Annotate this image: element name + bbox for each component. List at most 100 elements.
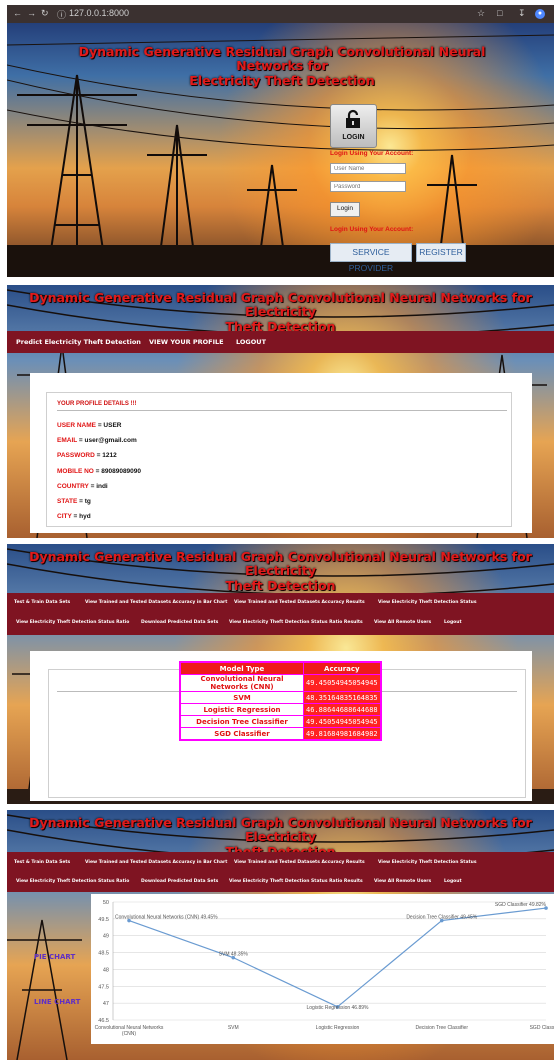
nav-theft-status[interactable]: View Electricity Theft Detection Status xyxy=(378,860,477,865)
table-row: SGD Classifier 49.81684981684982 xyxy=(179,727,382,741)
profile-value: = 89089089090 xyxy=(93,468,142,475)
page-title-line-2: Electricity Theft Detection xyxy=(189,72,375,88)
data-label: Convolutional Neural Networks (CNN) 49.4… xyxy=(115,915,218,921)
profile-row-state: STATE = tg xyxy=(57,498,91,505)
x-tick-label: (CNN) xyxy=(122,1031,136,1037)
user-navbar: Predict Electricity Theft Detection VIEW… xyxy=(7,331,554,353)
profile-row-username: USER NAME = USER xyxy=(57,422,121,429)
accuracy-cell: 48.35164835164835 xyxy=(302,691,382,704)
bookmark-star-icon[interactable]: ☆ xyxy=(477,8,485,19)
data-label: SGD Classifier 49.82% xyxy=(495,902,547,908)
back-icon[interactable]: ← xyxy=(13,8,22,18)
nav-theft-ratio-results[interactable]: View Electricity Theft Detection Status … xyxy=(229,620,363,625)
nav-predict-theft[interactable]: Predict Electricity Theft Detection xyxy=(16,338,141,346)
nav-accuracy-bar-chart[interactable]: View Trained and Tested Datasets Accurac… xyxy=(85,860,227,865)
model-cell: Decision Tree Classifier xyxy=(179,715,304,728)
profile-row-city: CITY = hyd xyxy=(57,513,91,520)
nav-accuracy-bar-chart[interactable]: View Trained and Tested Datasets Accurac… xyxy=(85,600,227,605)
profile-key: PASSWORD xyxy=(57,452,95,459)
nav-download-predicted[interactable]: Download Predicted Data Sets xyxy=(141,620,218,625)
profile-heading: YOUR PROFILE DETAILS !!! xyxy=(57,401,137,407)
y-tick-label: 46.5 xyxy=(98,1018,109,1024)
site-info-icon[interactable]: ⓘ xyxy=(57,8,66,21)
profile-avatar-icon[interactable]: ● xyxy=(535,9,545,19)
login-submit-button[interactable]: Login xyxy=(330,202,360,217)
address-bar[interactable]: 127.0.0.1:8000 xyxy=(69,8,129,18)
table-row: Decision Tree Classifier 49.4505494505494… xyxy=(179,715,382,728)
admin-navbar: Test & Train Data Sets View Trained and … xyxy=(7,593,554,635)
nav-logout[interactable]: Logout xyxy=(444,620,462,625)
nav-theft-ratio-results[interactable]: View Electricity Theft Detection Status … xyxy=(229,879,363,884)
results-table: Model Type Accuracy Convolutional Neural… xyxy=(179,661,382,741)
nav-theft-status-ratio[interactable]: View Electricity Theft Detection Status … xyxy=(16,879,129,884)
chart-screen: Dynamic Generative Residual Graph Convol… xyxy=(7,810,554,1060)
accuracy-cell: 49.45054945054945 xyxy=(302,715,382,728)
profile-value: = indi xyxy=(88,483,108,490)
profile-key: EMAIL xyxy=(57,437,78,444)
password-input[interactable] xyxy=(330,181,406,192)
page-title-line-1: Dynamic Generative Residual Graph Convol… xyxy=(29,549,532,579)
divider xyxy=(57,410,507,411)
login-heading: Login Using Your Account: xyxy=(330,150,414,157)
nav-view-profile[interactable]: VIEW YOUR PROFILE xyxy=(149,338,224,346)
nav-remote-users[interactable]: View All Remote Users xyxy=(374,879,431,884)
extensions-icon[interactable]: □ xyxy=(497,8,502,18)
nav-test-train[interactable]: Test & Train Data Sets xyxy=(14,600,70,605)
profile-key: CITY xyxy=(57,513,72,520)
y-tick-label: 50 xyxy=(103,900,109,906)
nav-download-predicted[interactable]: Download Predicted Data Sets xyxy=(141,879,218,884)
login-other-heading: Login Using Your Account: xyxy=(330,226,414,233)
table-row: SVM 48.35164835164835 xyxy=(179,691,382,704)
x-tick-label: Decision Tree Classifier xyxy=(415,1025,468,1031)
accuracy-line-chart: 46.5 47 47.5 48 48.5 49 49.5 50 Convolutional Ne… xyxy=(95,900,554,1037)
nav-theft-status[interactable]: View Electricity Theft Detection Status xyxy=(378,600,477,605)
table-row: Convolutional Neural Networks (CNN) 49.45… xyxy=(179,674,382,692)
nav-accuracy-results[interactable]: View Trained and Tested Datasets Accurac… xyxy=(234,860,365,865)
data-label: Decision Tree Classifier 49.45% xyxy=(406,915,477,921)
register-button[interactable]: REGISTER xyxy=(416,243,466,262)
nav-theft-status-ratio[interactable]: View Electricity Theft Detection Status … xyxy=(16,620,129,625)
profile-row-password: PASSWORD = 1212 xyxy=(57,452,117,459)
column-header-model: Model Type xyxy=(179,661,304,675)
y-tick-label: 48 xyxy=(103,967,109,973)
login-icon-label: LOGIN xyxy=(342,134,365,141)
profile-value: = USER xyxy=(96,422,122,429)
y-tick-label: 47 xyxy=(103,1001,109,1007)
profile-value: = hyd xyxy=(71,513,91,520)
nav-logout[interactable]: LOGOUT xyxy=(236,338,266,346)
reload-icon[interactable]: ↻ xyxy=(41,8,49,19)
nav-accuracy-results[interactable]: View Trained and Tested Datasets Accurac… xyxy=(234,600,365,605)
profile-key: USER NAME xyxy=(57,422,97,429)
nav-test-train[interactable]: Test & Train Data Sets xyxy=(14,860,70,865)
login-icon-button[interactable]: LOGIN xyxy=(330,104,377,148)
results-screen: Dynamic Generative Residual Graph Convol… xyxy=(7,544,554,804)
username-input[interactable] xyxy=(330,163,406,174)
profile-value: = tg xyxy=(77,498,91,505)
forward-icon[interactable]: → xyxy=(27,8,36,18)
x-tick-label: SGD Classifier xyxy=(530,1025,554,1031)
profile-details-box: YOUR PROFILE DETAILS !!! USER NAME = USE… xyxy=(46,392,512,527)
content-card: YOUR PROFILE DETAILS !!! USER NAME = USE… xyxy=(30,373,532,533)
browser-toolbar: ← → ↻ ⓘ 127.0.0.1:8000 ☆ □ ↧ ● xyxy=(7,5,554,23)
pie-chart-link[interactable]: PIE CHART xyxy=(34,953,75,961)
download-icon[interactable]: ↧ xyxy=(518,8,526,19)
column-header-accuracy: Accuracy xyxy=(302,661,382,675)
line-chart-link[interactable]: LINE CHART xyxy=(34,998,80,1006)
y-tick-label: 49 xyxy=(103,934,109,940)
table-header-row: Model Type Accuracy xyxy=(179,661,382,675)
model-cell: SGD Classifier xyxy=(179,727,304,741)
y-tick-label: 47.5 xyxy=(98,984,109,990)
profile-value: = user@gmail.com xyxy=(77,437,137,444)
data-label: Logistic Regression 46.89% xyxy=(307,1005,370,1011)
service-provider-button[interactable]: SERVICE PROVIDER xyxy=(330,243,412,273)
page-title: Dynamic Generative Residual Graph Convol… xyxy=(52,44,512,88)
profile-value: = 1212 xyxy=(94,452,117,459)
accuracy-cell: 49.45054945054945 xyxy=(302,674,382,692)
table-row: Logistic Regression 46.88644688644688 xyxy=(179,703,382,716)
nav-remote-users[interactable]: View All Remote Users xyxy=(374,620,431,625)
accuracy-cell: 49.81684981684982 xyxy=(302,727,382,741)
page-title: Dynamic Generative Residual Graph Convol… xyxy=(7,290,554,334)
profile-row-mobile: MOBILE NO = 89089089090 xyxy=(57,468,141,475)
nav-logout[interactable]: Logout xyxy=(444,879,462,884)
page-title-line-1: Dynamic Generative Residual Graph Convol… xyxy=(29,815,532,845)
